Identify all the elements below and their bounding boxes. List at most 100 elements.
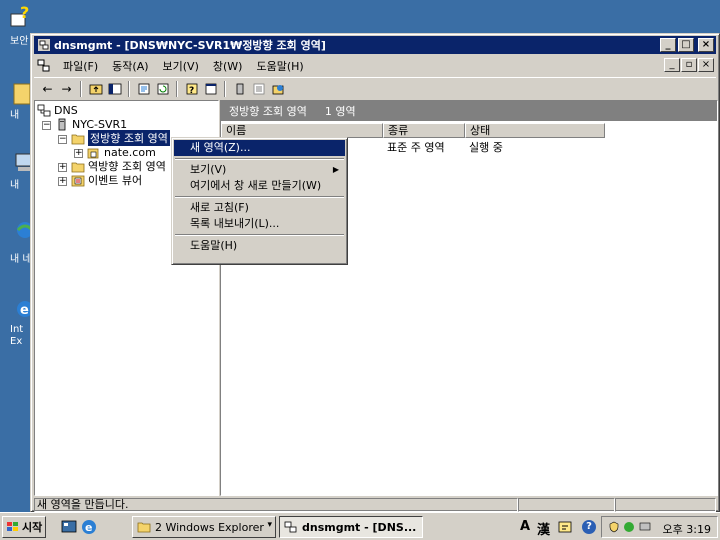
security-shield-icon[interactable] <box>608 521 620 533</box>
desktop-label-1: 보안 <box>10 36 29 47</box>
tree-label-event-viewer: 이벤트 뷰어 <box>88 174 143 187</box>
expand-reverse-toggle[interactable]: + <box>58 163 67 172</box>
desktop-label-3: 내 <box>10 180 20 191</box>
server-button[interactable] <box>230 80 249 98</box>
dns-icon <box>37 104 51 116</box>
taskbar-button-explorer[interactable]: 2 Windows Explorer ▾ <box>132 516 276 538</box>
internet-explorer-quicklaunch-icon[interactable]: e <box>80 518 98 536</box>
tree-node-dns[interactable]: DNS <box>37 103 78 117</box>
close-button[interactable]: × <box>698 38 714 52</box>
network-tray-icon[interactable] <box>623 521 635 533</box>
dns-app-icon <box>284 521 297 533</box>
details-title: 정방향 조회 영역 <box>229 105 307 118</box>
menu-item-help[interactable]: 도움말(H) <box>174 238 345 254</box>
tree-node-server[interactable]: NYC-SVR1 <box>55 117 127 131</box>
zone-list-button[interactable] <box>249 80 268 98</box>
server-icon <box>236 83 243 94</box>
system-tray: 오후 3:19 <box>601 516 718 538</box>
server-icon <box>58 118 66 130</box>
new-zone-button[interactable] <box>268 80 287 98</box>
tree-label-dns: DNS <box>54 103 78 117</box>
menubar: 파일(F) 동작(A) 보기(V) 창(W) 도움말(H) _ ▫ × <box>34 56 716 75</box>
monitor-tray-icon[interactable] <box>639 521 651 533</box>
back-button[interactable]: ← <box>38 80 57 98</box>
console-system-menu-icon[interactable] <box>36 58 52 74</box>
menu-help[interactable]: 도움말(H) <box>249 58 310 74</box>
menu-action[interactable]: 동작(A) <box>105 58 155 74</box>
security-shortcut-icon[interactable]: ? <box>8 4 34 30</box>
status-panel-3 <box>615 498 716 512</box>
zone-icon <box>272 84 283 94</box>
help-button[interactable]: ? <box>182 80 201 98</box>
caption-buttons: _ □ × <box>660 38 714 52</box>
child-restore-button[interactable]: ▫ <box>681 58 697 72</box>
dnsmgmt-window: dnsmgmt - [DNS₩NYC-SVR1₩정방향 조회 영역] _ □ ×… <box>30 33 720 512</box>
help-icon: ? <box>186 83 197 95</box>
toolbar-separator <box>224 80 226 97</box>
collapse-forward-toggle[interactable]: − <box>58 135 67 144</box>
tree-label-forward-zones: 정방향 조회 영역 <box>87 129 171 147</box>
menu-window[interactable]: 창(W) <box>206 58 250 74</box>
ime-help-icon[interactable]: ? <box>582 520 596 534</box>
menu-item-view[interactable]: 보기(V) ▶ <box>174 162 345 178</box>
menu-item-export-list[interactable]: 목록 내보내기(L)... <box>174 216 345 232</box>
folder-icon <box>137 522 151 533</box>
console-tree-icon <box>108 83 121 94</box>
clock[interactable]: 오후 3:19 <box>663 521 711 537</box>
row-status: 실행 중 <box>469 141 503 154</box>
column-header-name[interactable]: 이름 <box>221 123 383 138</box>
folder-open-icon <box>71 134 85 144</box>
toolbar: ← → ? <box>34 77 716 99</box>
group-dropdown-icon: ▾ <box>267 520 272 530</box>
details-count: 1 영역 <box>324 105 356 118</box>
start-button[interactable]: 시작 <box>2 516 46 538</box>
window-titlebar[interactable]: dnsmgmt - [DNS₩NYC-SVR1₩정방향 조회 영역] _ □ × <box>34 36 716 54</box>
taskbar-button-dnsmgmt[interactable]: dnsmgmt - [DNS... <box>279 516 423 538</box>
tree-node-reverse-zones[interactable]: 역방향 조회 영역 <box>71 159 166 173</box>
desktop-label-2: 내 <box>10 110 20 121</box>
minimize-button[interactable]: _ <box>660 38 676 52</box>
forward-button[interactable]: → <box>57 80 76 98</box>
desktop-label-5: Int <box>10 324 24 335</box>
details-header: 정방향 조회 영역 1 영역 <box>221 101 717 121</box>
properties-icon <box>138 83 149 94</box>
collapse-server-toggle[interactable]: − <box>42 121 51 130</box>
list-icon <box>253 83 264 94</box>
child-close-button[interactable]: × <box>698 58 714 72</box>
menu-item-new-zone[interactable]: 새 영역(Z)... <box>174 140 345 156</box>
menu-item-refresh[interactable]: 새로 고침(F) <box>174 200 345 216</box>
tree-node-event-viewer[interactable]: 이벤트 뷰어 <box>71 173 142 187</box>
ime-settings-icon[interactable] <box>556 518 574 536</box>
refresh-button[interactable] <box>153 80 172 98</box>
ime-hanja-indicator[interactable]: 漢 <box>537 519 550 538</box>
svg-text:?: ? <box>20 4 29 22</box>
show-hide-tree-button[interactable] <box>105 80 124 98</box>
tree-node-forward-zones[interactable]: 정방향 조회 영역 <box>71 129 171 147</box>
menu-item-new-window[interactable]: 여기에서 창 새로 만들기(W) <box>174 178 345 194</box>
tree-node-nate-com[interactable]: nate.com <box>87 145 156 159</box>
column-headers: 이름 종류 상태 <box>221 123 717 138</box>
tree-label-server: NYC-SVR1 <box>72 117 128 131</box>
console-window-button[interactable] <box>201 80 220 98</box>
desktop-label-4: 내 네 <box>10 254 32 265</box>
svg-text:e: e <box>85 521 92 534</box>
window-title: dnsmgmt - [DNS₩NYC-SVR1₩정방향 조회 영역] <box>54 39 326 52</box>
windows-logo-icon <box>7 522 18 531</box>
properties-button[interactable] <box>134 80 153 98</box>
child-window-buttons: _ ▫ × <box>664 58 714 72</box>
expand-nate-toggle[interactable]: + <box>74 149 83 158</box>
window-icon <box>205 83 216 94</box>
column-header-status[interactable]: 상태 <box>465 123 605 138</box>
expand-event-viewer-toggle[interactable]: + <box>58 177 67 186</box>
restore-button[interactable]: □ <box>678 38 694 52</box>
menu-file[interactable]: 파일(F) <box>56 58 105 74</box>
dns-app-icon <box>38 39 50 51</box>
ime-mode-indicator[interactable]: A <box>520 519 530 534</box>
desktop-icons: ? 보안 내 내 내 네 e Int Ex <box>0 0 34 516</box>
up-one-level-button[interactable] <box>86 80 105 98</box>
toolbar-separator <box>80 80 82 97</box>
menu-view[interactable]: 보기(V) <box>156 58 206 74</box>
column-header-type[interactable]: 종류 <box>383 123 465 138</box>
child-minimize-button[interactable]: _ <box>664 58 680 72</box>
show-desktop-icon[interactable] <box>60 518 78 536</box>
